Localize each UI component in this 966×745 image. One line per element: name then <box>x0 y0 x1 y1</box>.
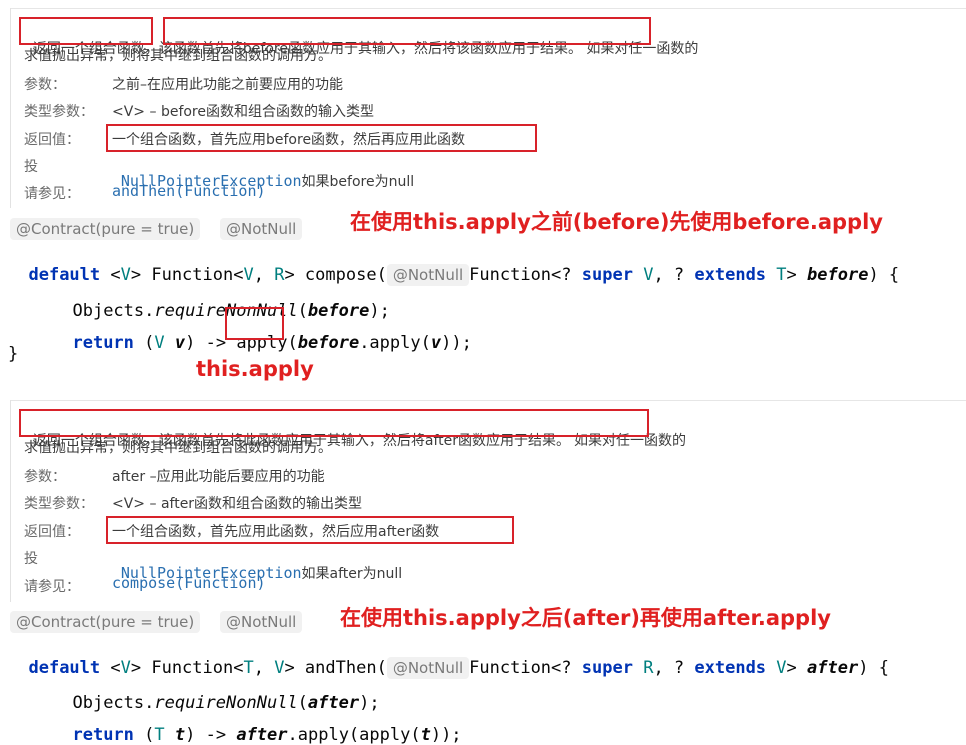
highlight-box-apply <box>225 307 284 340</box>
sig-token: Function<? <box>469 265 582 285</box>
this-apply-note: this.apply <box>196 357 314 381</box>
code-param: after <box>236 725 288 745</box>
highlight-box-compose-return <box>106 124 537 152</box>
sig-param-before: before <box>807 265 869 285</box>
andthen-see-link[interactable]: compose(Function) <box>112 574 266 592</box>
code-param: t <box>174 725 186 745</box>
compose-see-link[interactable]: andThen(Function) <box>112 182 266 200</box>
andthen-return-label: 返回值： <box>24 524 80 540</box>
sig-token: Function<? <box>469 658 582 678</box>
andthen-throws-text: 如果after为null <box>301 566 403 582</box>
code-token: ( <box>133 333 155 353</box>
compose-red-note: 在使用this.apply之前(before)先使用before.apply <box>350 210 883 234</box>
compose-param-value: 之前–在应用此功能之前要应用的功能 <box>112 77 343 93</box>
code-param: v <box>174 333 186 353</box>
compose-doc-line2: 求值抛出异常，则将其中继到组合函数的调用方。 <box>24 48 332 64</box>
compose-close-brace: } <box>8 344 19 364</box>
mid-divider <box>10 400 966 401</box>
doc-gutter-line <box>10 8 11 208</box>
compose-type-value: <V> – before函数和组合函数的输入类型 <box>112 104 374 120</box>
inline-notnull-annotation: @NotNull <box>386 264 470 286</box>
compose-type-label: 类型参数： <box>24 104 94 120</box>
code-token: ( <box>133 725 155 745</box>
compose-throws-label: 投 <box>24 159 38 175</box>
code-token: ) -> <box>185 725 237 745</box>
code-param: t <box>420 725 431 745</box>
sig-token <box>633 658 643 678</box>
doc-gutter-line-2 <box>10 400 11 602</box>
kw-return: return <box>72 725 134 745</box>
highlight-box-compose-p3 <box>163 17 651 45</box>
sig-type-var: T <box>776 265 787 285</box>
andthen-red-note: 在使用this.apply之后(after)再使用after.apply <box>340 606 831 630</box>
sig-token: > <box>786 658 808 678</box>
sig-type-var: V <box>776 658 787 678</box>
andthen-see-label: 请参见： <box>24 579 80 595</box>
compose-throws-text: 如果before为null <box>301 174 415 190</box>
code-param: before <box>297 333 360 353</box>
code-token: ( <box>287 333 298 353</box>
kw-super: super <box>581 658 633 678</box>
sig-token: ) { <box>868 265 900 285</box>
compose-param-label: 参数： <box>24 77 66 93</box>
kw-extends: extends <box>694 265 767 285</box>
andthen-notnull-annotation: @NotNull <box>220 611 303 633</box>
compose-see-label: 请参见： <box>24 186 80 202</box>
compose-signature: default <V> Function<V, R> compose(@NotN… <box>8 245 900 286</box>
andthen-throws-label: 投 <box>24 551 38 567</box>
kw-super: super <box>581 265 633 285</box>
andthen-contract-annotation: @Contract(pure = true) <box>10 611 201 633</box>
sig-token: > <box>786 265 808 285</box>
andthen-type-label: 类型参数： <box>24 496 94 512</box>
sig-token: , ? <box>653 658 695 678</box>
andthen-doc-line2: 求值抛出异常，则将其中继到组合函数的调用方。 <box>24 440 332 456</box>
andthen-type-value: <V> – after函数和组合函数的输出类型 <box>112 496 363 512</box>
sig-token <box>633 265 643 285</box>
code-param: v <box>430 333 442 353</box>
sig-token: ) { <box>858 658 889 678</box>
code-token: .apply( <box>359 333 431 353</box>
top-divider <box>10 8 966 9</box>
andthen-param-value: after –应用此功能后要应用的功能 <box>112 469 325 485</box>
code-token: )); <box>441 333 472 353</box>
inline-notnull-annotation: @NotNull <box>386 657 470 679</box>
highlight-box-andthen-p1 <box>19 409 649 437</box>
code-token: )); <box>430 725 462 745</box>
code-type-var: T <box>154 725 165 745</box>
compose-contract-annotation: @Contract(pure = true) <box>10 218 201 240</box>
andthen-signature: default <V> Function<T, V> andThen(@NotN… <box>8 638 889 679</box>
sig-token <box>766 658 776 678</box>
andthen-line-return: return (T t) -> after.apply(apply(t)); <box>52 705 462 745</box>
highlight-box-andthen-return <box>106 516 514 544</box>
sig-type-var: R <box>643 658 654 678</box>
compose-return-label: 返回值： <box>24 132 80 148</box>
highlight-box-compose-p1 <box>19 17 153 45</box>
kw-extends: extends <box>694 658 767 678</box>
code-token: .apply(apply( <box>287 725 421 745</box>
sig-token: , ? <box>653 265 695 285</box>
andthen-param-label: 参数： <box>24 469 66 485</box>
sig-param-after: after <box>807 658 859 678</box>
sig-token <box>766 265 776 285</box>
code-type-var: V <box>154 333 165 353</box>
kw-return: return <box>72 333 134 353</box>
sig-type-var: V <box>643 265 654 285</box>
compose-notnull-annotation: @NotNull <box>220 218 303 240</box>
